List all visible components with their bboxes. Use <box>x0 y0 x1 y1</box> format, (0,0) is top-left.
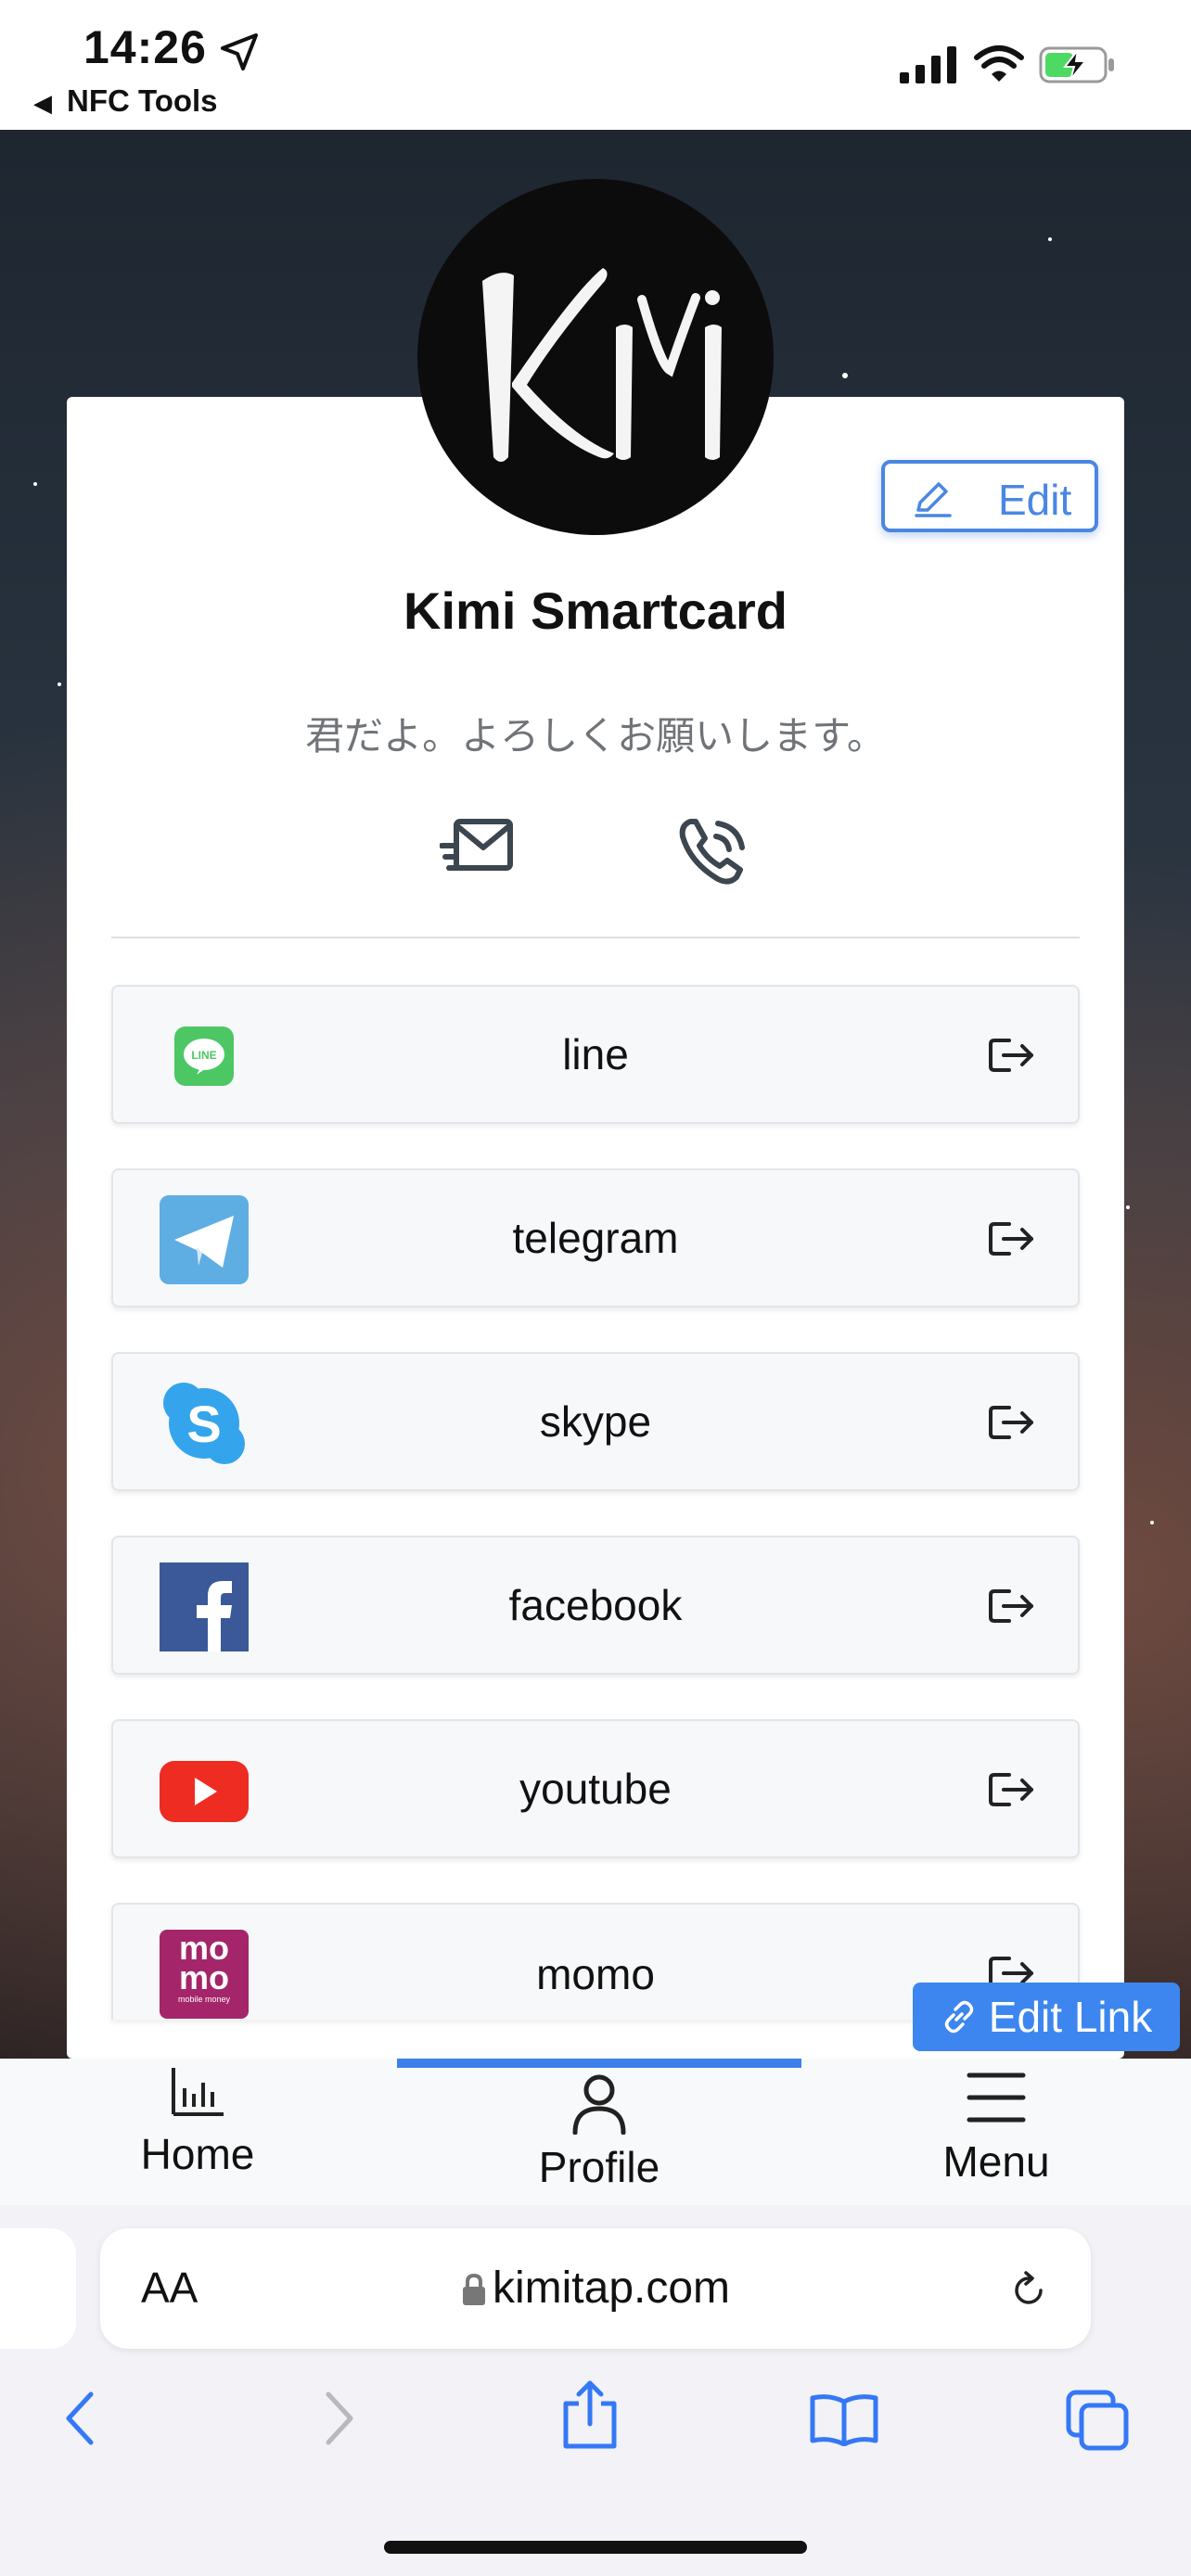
email-icon[interactable] <box>440 816 516 879</box>
profile-name: Kimi Smartcard <box>403 581 788 640</box>
link-row-youtube[interactable]: youtube <box>111 1719 1080 1858</box>
open-link-icon <box>989 1589 1033 1623</box>
profile-logo <box>417 179 774 535</box>
battery-charging-icon <box>1039 46 1114 83</box>
wifi-icon <box>974 45 1024 82</box>
share-icon[interactable] <box>560 2379 620 2450</box>
open-link-icon <box>989 1773 1033 1806</box>
bookmarks-icon[interactable] <box>809 2392 879 2446</box>
status-bar: 14:26 ◀ NFC Tools <box>0 0 1191 130</box>
pencil-icon <box>915 482 952 517</box>
cellular-signal-icon <box>900 46 956 83</box>
home-indicator <box>384 2541 807 2554</box>
back-triangle-icon[interactable]: ◀ <box>33 89 52 118</box>
bar-chart-icon <box>172 2068 224 2116</box>
kimi-logo-icon <box>482 268 722 462</box>
back-icon[interactable] <box>61 2391 98 2446</box>
open-link-icon <box>989 1039 1033 1072</box>
active-tab-indicator <box>397 2059 801 2068</box>
edit-link-button[interactable]: Edit Link <box>913 1983 1180 2051</box>
tab-home[interactable]: Home <box>111 2066 284 2196</box>
open-link-icon <box>989 1406 1033 1439</box>
tab-menu-label: Menu <box>942 2137 1050 2186</box>
hamburger-icon <box>967 2072 1026 2123</box>
person-icon <box>572 2074 626 2135</box>
forward-icon[interactable] <box>321 2391 358 2446</box>
edit-profile-button[interactable]: Edit <box>881 460 1098 532</box>
open-link-icon <box>989 1222 1033 1256</box>
link-label: line <box>562 1030 629 1078</box>
tab-profile[interactable]: Profile <box>508 2073 690 2203</box>
link-label: facebook <box>508 1581 683 1629</box>
lock-icon <box>462 2273 485 2305</box>
status-time: 14:26 <box>83 21 207 73</box>
link-row-telegram[interactable]: telegram <box>111 1168 1080 1307</box>
tab-home-label: Home <box>140 2130 255 2178</box>
link-label: telegram <box>512 1214 679 1262</box>
link-row-facebook[interactable]: facebook <box>111 1536 1080 1675</box>
edit-link-label: Edit Link <box>988 1993 1153 2041</box>
tab-menu[interactable]: Menu <box>931 2070 1061 2200</box>
location-arrow-icon <box>221 33 258 70</box>
link-label: skype <box>539 1397 652 1446</box>
phone-call-icon[interactable] <box>677 816 751 886</box>
tabs-icon[interactable] <box>1065 2389 1130 2452</box>
card-divider <box>111 937 1080 938</box>
tab-profile-label: Profile <box>538 2143 660 2191</box>
link-label: youtube <box>519 1765 672 1813</box>
edit-button-label: Edit <box>998 476 1072 524</box>
reload-icon[interactable] <box>1011 2270 1048 2311</box>
link-row-skype[interactable]: S skype <box>111 1352 1080 1491</box>
profile-bio: 君だよ。よろしくお願いします。 <box>305 713 886 759</box>
url-text: kimitap.com <box>492 2264 731 2313</box>
link-chain-icon <box>944 2000 974 2034</box>
link-row-line[interactable]: LINE line <box>111 985 1080 1124</box>
back-to-app-link[interactable]: NFC Tools <box>67 83 218 119</box>
